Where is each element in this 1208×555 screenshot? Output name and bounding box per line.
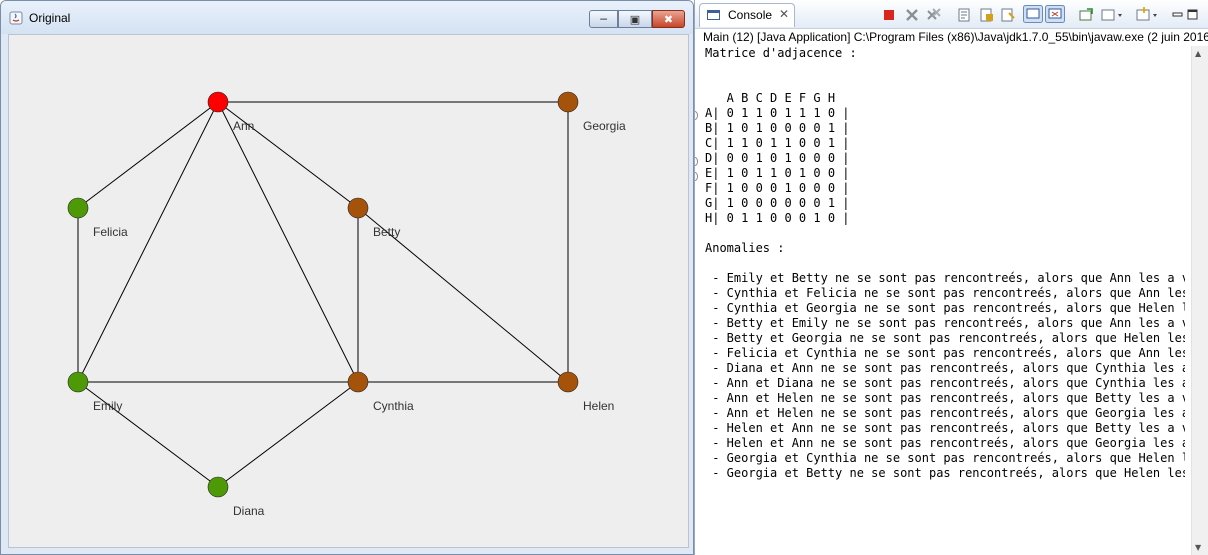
- console-line: - Cynthia et Georgia ne se sont pas renc…: [705, 301, 1185, 315]
- console-tab-label: Console: [728, 8, 773, 22]
- node-label-betty: Betty: [373, 225, 400, 239]
- node-emily[interactable]: [67, 371, 89, 393]
- node-label-ann: Ann: [233, 119, 254, 133]
- edge-ann-emily: [77, 101, 219, 383]
- console-line: G| 1 0 0 0 0 0 0 1 |: [705, 196, 850, 210]
- console-line: - Emily et Betty ne se sont pas rencontr…: [705, 271, 1185, 285]
- word-wrap-icon[interactable]: [1000, 7, 1016, 23]
- pin-console-icon[interactable]: [1078, 7, 1094, 23]
- console-line: - Cynthia et Felicia ne se sont pas renc…: [705, 286, 1185, 300]
- clear-console-icon[interactable]: [957, 7, 973, 23]
- console-line: Anomalies :: [705, 241, 785, 255]
- gutter-marker: [695, 111, 698, 120]
- graph-drawing: Ann Georgia Felicia Betty Emily Cynthia Helen D…: [67, 91, 626, 518]
- node-ann[interactable]: [207, 91, 229, 113]
- console-line: - Ann et Helen ne se sont pas rencontreé…: [705, 391, 1185, 405]
- show-console-stderr-icon[interactable]: [1045, 5, 1065, 23]
- gutter-marker: [695, 157, 698, 166]
- gutter-marker: [695, 172, 698, 181]
- console-vertical-scrollbar[interactable]: ▲ ▼: [1191, 46, 1208, 555]
- console-line: E| 1 0 1 1 0 1 0 0 |: [705, 166, 850, 180]
- console-line: A B C D E F G H: [705, 91, 836, 105]
- remove-all-launches-icon[interactable]: [926, 7, 942, 23]
- console-line: - Georgia et Cynthia ne se sont pas renc…: [705, 451, 1185, 465]
- console-line: - Ann et Helen ne se sont pas rencontreé…: [705, 406, 1185, 420]
- node-betty[interactable]: [347, 197, 369, 219]
- console-output[interactable]: Matrice d'adjacence : A B C D E F G H A|…: [705, 46, 1185, 552]
- console-line: - Diana et Ann ne se sont pas rencontreé…: [705, 361, 1185, 375]
- node-helen[interactable]: [557, 371, 579, 393]
- console-line: - Felicia et Cynthia ne se sont pas renc…: [705, 346, 1185, 360]
- node-label-helen: Helen: [583, 399, 614, 413]
- edge-emily-diana: [77, 381, 219, 488]
- tab-console[interactable]: Console ✕: [699, 3, 795, 27]
- terminate-icon[interactable]: [881, 7, 897, 23]
- console-line: - Betty et Georgia ne se sont pas rencon…: [705, 331, 1185, 345]
- console-line: - Helen et Ann ne se sont pas rencontreé…: [705, 436, 1185, 450]
- node-label-felicia: Felicia: [93, 225, 128, 239]
- scroll-down-arrow-icon[interactable]: ▼: [1195, 543, 1201, 552]
- scroll-up-arrow-icon[interactable]: ▲: [1195, 49, 1201, 58]
- console-line: H| 0 1 1 0 0 0 1 0 |: [705, 211, 850, 225]
- display-selected-console-icon[interactable]: [1100, 7, 1124, 23]
- show-console-stdout-icon[interactable]: [1023, 5, 1043, 23]
- console-line: - Helen et Ann ne se sont pas rencontreé…: [705, 421, 1185, 435]
- graph-window: Original ─ ▣ ✖ Ann Georgia Felicia Betty Emi…: [0, 0, 694, 555]
- console-line: Matrice d'adjacence :: [705, 46, 857, 60]
- console-launch-description: Main (12) [Java Application] C:\Program …: [703, 30, 1208, 44]
- console-line: - Betty et Emily ne se sont pas rencontr…: [705, 316, 1185, 330]
- node-label-cynthia: Cynthia: [373, 399, 414, 413]
- console-line: - Ann et Diana ne se sont pas rencontreé…: [705, 376, 1185, 390]
- node-georgia[interactable]: [557, 91, 579, 113]
- maximize-view-icon[interactable]: [1186, 7, 1200, 23]
- node-label-emily: Emily: [93, 399, 122, 413]
- node-felicia[interactable]: [67, 197, 89, 219]
- node-label-georgia: Georgia: [583, 119, 626, 133]
- console-line: A| 0 1 1 0 1 1 1 0 |: [705, 106, 850, 120]
- node-label-diana: Diana: [233, 504, 265, 518]
- console-line: C| 1 1 0 1 1 0 0 1 |: [705, 136, 850, 150]
- console-toolbar: Console ✕: [695, 0, 1208, 29]
- graph-canvas: Ann Georgia Felicia Betty Emily Cynthia Helen D…: [8, 34, 689, 548]
- console-line: D| 0 0 1 0 1 0 0 0 |: [705, 151, 850, 165]
- edge-ann-felicia: [77, 101, 219, 209]
- edge-ann-cynthia: [217, 101, 359, 383]
- open-console-icon[interactable]: [1135, 7, 1159, 23]
- console-line: B| 1 0 1 0 0 0 0 1 |: [705, 121, 850, 135]
- node-diana[interactable]: [207, 476, 229, 498]
- minimize-view-icon[interactable]: [1171, 7, 1185, 23]
- remove-launch-icon[interactable]: [904, 7, 920, 23]
- console-icon: [707, 10, 720, 20]
- node-cynthia[interactable]: [347, 371, 369, 393]
- console-view: Console ✕ Main (12) [Java Application] C…: [694, 0, 1208, 555]
- console-line: - Georgia et Betty ne se sont pas rencon…: [705, 466, 1185, 480]
- close-tab-icon[interactable]: ✕: [779, 7, 789, 21]
- console-line: F| 1 0 0 0 1 0 0 0 |: [705, 181, 850, 195]
- edge-ann-betty: [217, 101, 359, 209]
- edge-cynthia-diana: [217, 381, 359, 488]
- scroll-lock-icon[interactable]: [979, 7, 995, 23]
